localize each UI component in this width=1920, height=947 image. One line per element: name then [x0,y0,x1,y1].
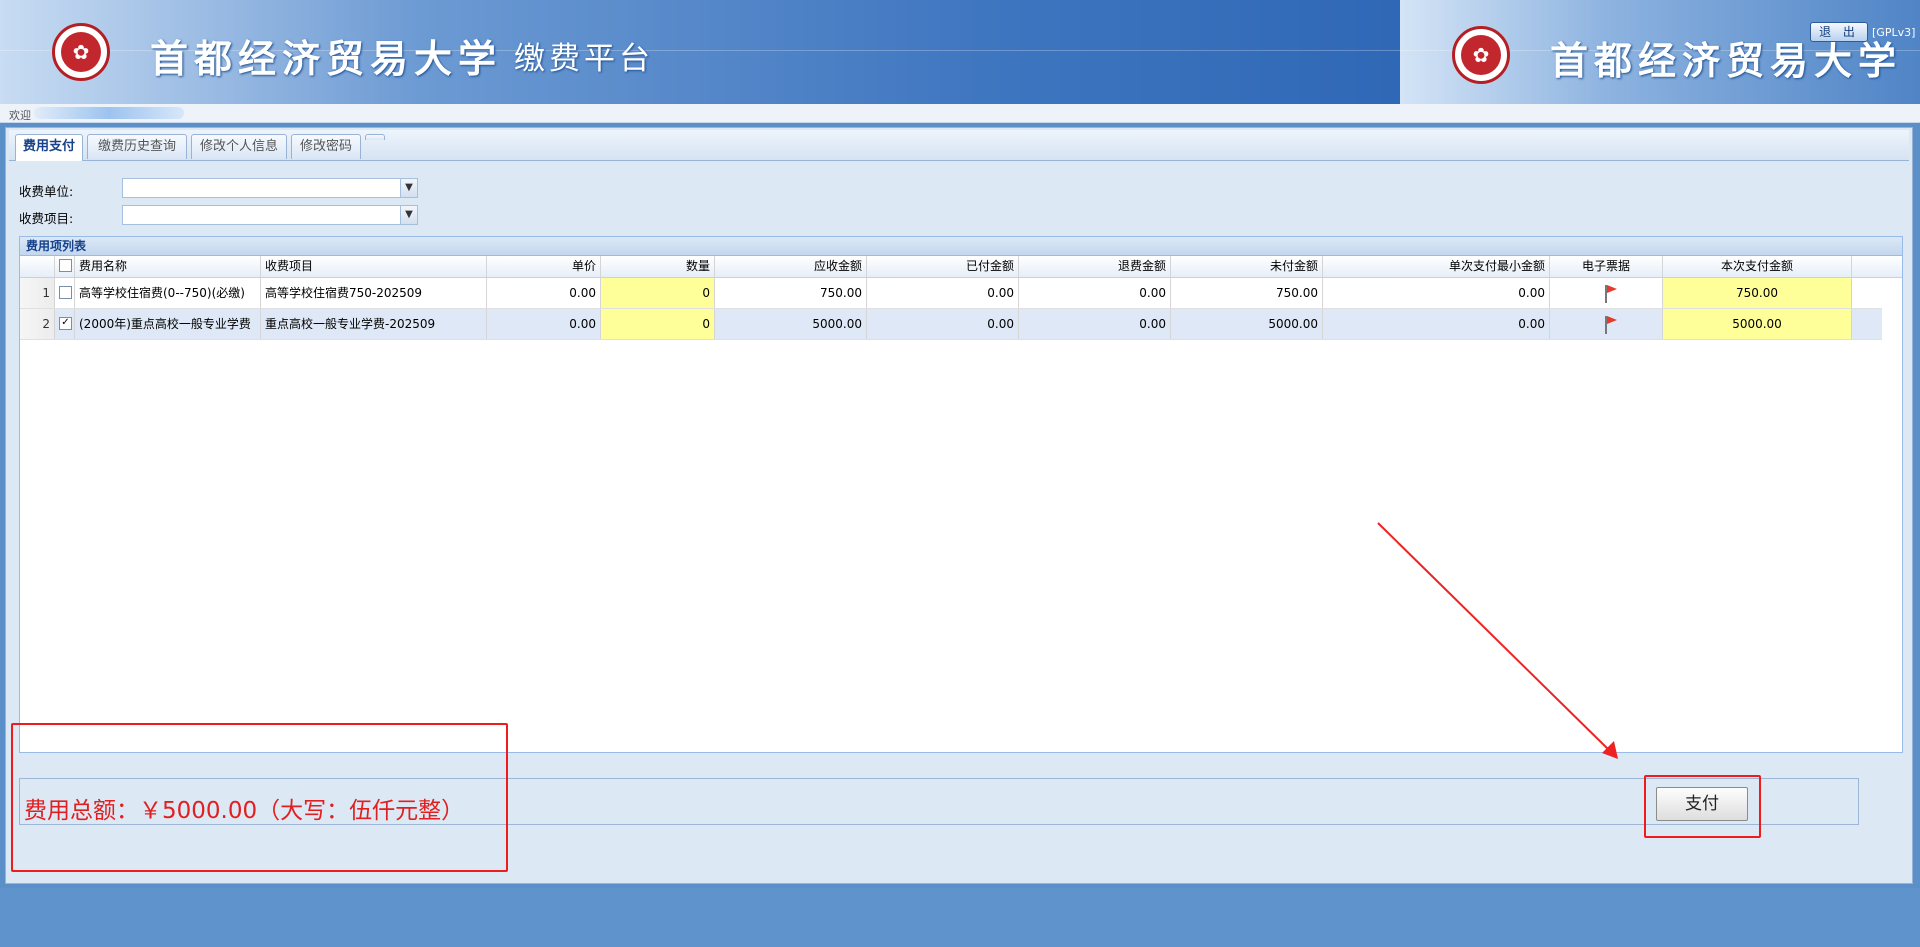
grid-title: 费用项列表 [19,236,1903,256]
flag-icon[interactable] [1605,284,1617,303]
row-checkbox-cell[interactable] [55,278,75,308]
license-label: [GPLv3] [1872,26,1916,39]
cell-refund: 0.00 [1019,278,1171,308]
cell-amount-paid: 0.00 [867,278,1019,308]
seal-emblem: ✿ [1461,35,1501,75]
tab-bar: 费用支付 缴费历史查询 修改个人信息 修改密码 [9,130,1909,161]
school-name: 首都经济贸易大学 [150,37,503,81]
welcome-bar: 欢迎 [0,104,1920,123]
cell-unit-price: 0.00 [487,309,601,339]
unit-row: 收费单位: ▼ [19,178,419,200]
col-fee-name[interactable]: 费用名称 [75,256,261,277]
logout-button[interactable]: 退 出 [1810,22,1868,42]
platform-name: 缴费平台 [514,41,654,77]
col-pay-now[interactable]: 本次支付金额 [1663,256,1852,277]
row-number: 2 [20,309,55,339]
cell-unpaid: 5000.00 [1171,309,1323,339]
cell-fee-name: (2000年)重点高校一般专业学费 [75,309,261,339]
col-min-payment[interactable]: 单次支付最小金额 [1323,256,1550,277]
tab-extra[interactable] [365,134,385,140]
item-select[interactable]: ▼ [122,205,418,225]
col-amount-due[interactable]: 应收金额 [715,256,867,277]
chevron-down-icon[interactable]: ▼ [400,179,417,197]
university-seal-icon: ✿ [52,23,110,81]
col-unit-price[interactable]: 单价 [487,256,601,277]
header-select-all[interactable] [55,256,75,277]
cell-min-payment: 0.00 [1323,309,1550,339]
col-charge-item[interactable]: 收费项目 [261,256,487,277]
cell-min-payment: 0.00 [1323,278,1550,308]
redacted-username [34,107,184,119]
cell-quantity[interactable]: 0 [601,278,715,308]
annotation-box-total [11,723,508,872]
flag-icon[interactable] [1605,315,1617,334]
tab-payment-history[interactable]: 缴费历史查询 [87,134,187,159]
item-label: 收费项目: [19,211,74,226]
col-refund[interactable]: 退费金额 [1019,256,1171,277]
welcome-text: 欢迎 [9,109,31,122]
seal-emblem: ✿ [61,32,101,72]
cell-fee-name: 高等学校住宿费(0--750)(必缴) [75,278,261,308]
annotation-arrow-icon [1377,522,1618,759]
col-e-receipt[interactable]: 电子票据 [1550,256,1663,277]
unit-select[interactable]: ▼ [122,178,418,198]
university-seal-icon: ✿ [1452,26,1510,84]
cell-e-receipt[interactable] [1550,278,1663,308]
bottom-strip [0,888,1920,947]
header-banner: ✿ 首都经济贸易大学 缴费平台 ✿ 首都经济贸易大学 退 出 [GPLv3] [0,0,1920,104]
cell-amount-due: 750.00 [715,278,867,308]
cell-pay-now[interactable]: 5000.00 [1663,309,1852,339]
tab-change-password[interactable]: 修改密码 [291,134,361,159]
arrow-line [1377,522,1611,752]
row-number: 1 [20,278,55,308]
row-checkbox-cell[interactable]: ✓ [55,309,75,339]
cell-pay-now[interactable]: 750.00 [1663,278,1852,308]
grid-header: 费用名称 收费项目 单价 数量 应收金额 已付金额 退费金额 未付金额 单次支付… [20,256,1902,278]
select-all-checkbox[interactable] [59,259,72,272]
col-unpaid[interactable]: 未付金额 [1171,256,1323,277]
table-row[interactable]: 2 ✓ (2000年)重点高校一般专业学费 重点高校一般专业学费-202509 … [20,309,1882,340]
col-quantity[interactable]: 数量 [601,256,715,277]
tab-fee-payment[interactable]: 费用支付 [15,134,83,161]
annotation-box-pay [1644,775,1761,838]
tab-edit-profile[interactable]: 修改个人信息 [191,134,287,159]
col-amount-paid[interactable]: 已付金额 [867,256,1019,277]
row-checkbox[interactable] [59,286,72,299]
cell-unit-price: 0.00 [487,278,601,308]
cell-amount-due: 5000.00 [715,309,867,339]
item-row: 收费项目: ▼ [19,205,419,227]
cell-charge-item: 高等学校住宿费750-202509 [261,278,487,308]
table-row[interactable]: 1 高等学校住宿费(0--750)(必缴) 高等学校住宿费750-202509 … [20,278,1882,309]
unit-label: 收费单位: [19,184,74,199]
cell-unpaid: 750.00 [1171,278,1323,308]
cell-refund: 0.00 [1019,309,1171,339]
cell-charge-item: 重点高校一般专业学费-202509 [261,309,487,339]
row-checkbox-checked[interactable]: ✓ [59,317,72,330]
arrow-head [1602,741,1618,759]
cell-amount-paid: 0.00 [867,309,1019,339]
cell-quantity[interactable]: 0 [601,309,715,339]
chevron-down-icon[interactable]: ▼ [400,206,417,224]
cell-e-receipt[interactable] [1550,309,1663,339]
header-rownum [20,256,55,277]
